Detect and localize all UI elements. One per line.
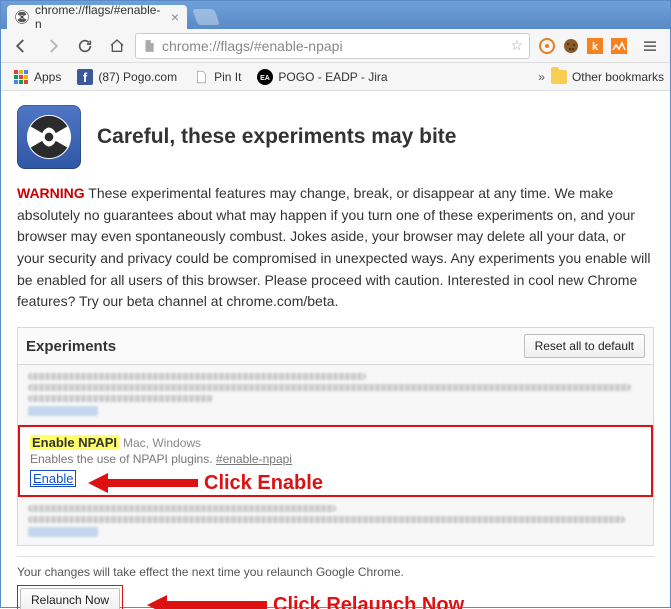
reset-all-button[interactable]: Reset all to default xyxy=(524,334,645,358)
warning-text: These experimental features may change, … xyxy=(17,185,650,309)
experiment-item-blurred xyxy=(18,365,653,425)
page-icon xyxy=(193,69,209,85)
arrow-left-icon xyxy=(88,471,198,495)
enable-link[interactable]: Enable xyxy=(30,470,76,487)
other-bookmarks[interactable]: Other bookmarks xyxy=(551,70,664,84)
new-tab-button[interactable] xyxy=(192,9,220,25)
svg-text:f: f xyxy=(83,70,88,85)
bookmark-star-icon[interactable]: ☆ xyxy=(510,37,523,54)
bookmark-label: (87) Pogo.com xyxy=(98,70,177,84)
home-button[interactable] xyxy=(103,32,131,60)
apps-icon xyxy=(13,69,29,85)
apps-label: Apps xyxy=(34,70,61,84)
warning-paragraph: WARNING These experimental features may … xyxy=(17,183,654,313)
arrow-left-icon xyxy=(147,593,267,609)
ea-icon: EA xyxy=(257,69,273,85)
url-text: chrome://flags/#enable-npapi xyxy=(162,38,506,54)
relaunch-footer: Your changes will take effect the next t… xyxy=(17,556,654,609)
bookmark-label: Pin It xyxy=(214,70,241,84)
ext-icon-3[interactable]: k xyxy=(586,37,604,55)
ext-icon-4[interactable] xyxy=(610,37,628,55)
forward-button[interactable] xyxy=(39,32,67,60)
experiment-item-blurred xyxy=(18,497,653,545)
folder-icon xyxy=(551,70,567,84)
address-bar[interactable]: chrome://flags/#enable-npapi ☆ xyxy=(135,33,530,59)
bookmark-overflow-button[interactable]: » xyxy=(532,70,551,84)
annotation-enable-text: Click Enable xyxy=(204,472,323,495)
bookmark-item-0[interactable]: f (87) Pogo.com xyxy=(71,66,183,88)
experiment-enable-npapi: Enable NPAPI Mac, Windows Enables the use… xyxy=(18,425,653,497)
relaunch-button[interactable]: Relaunch Now xyxy=(20,588,120,609)
page-icon xyxy=(142,39,156,53)
tab-strip: chrome://flags/#enable-n × xyxy=(1,1,670,29)
flag-anchor: #enable-npapi xyxy=(216,452,292,466)
annotation-click-enable: Click Enable xyxy=(88,471,323,495)
ext-icon-2[interactable] xyxy=(562,37,580,55)
annotation-click-relaunch: Click Relaunch Now xyxy=(147,593,464,609)
chrome-menu-button[interactable] xyxy=(636,32,664,60)
browser-tab[interactable]: chrome://flags/#enable-n × xyxy=(7,5,187,29)
bookmark-label: POGO - EADP - Jira xyxy=(278,70,387,84)
tab-title: chrome://flags/#enable-n xyxy=(35,3,161,31)
bookmark-item-1[interactable]: Pin It xyxy=(187,66,247,88)
other-bookmarks-label: Other bookmarks xyxy=(572,70,664,84)
hazard-favicon-icon xyxy=(15,10,29,24)
page-title: Careful, these experiments may bite xyxy=(97,125,456,149)
flag-name: Enable NPAPI xyxy=(30,435,119,450)
page-content: Careful, these experiments may bite WARN… xyxy=(1,91,670,609)
reload-button[interactable] xyxy=(71,32,99,60)
tab-close-icon[interactable]: × xyxy=(171,10,179,24)
bookmark-bar: Apps f (87) Pogo.com Pin It EA POGO - EA… xyxy=(1,63,670,91)
extension-icons: k xyxy=(534,37,632,55)
ext-icon-1[interactable] xyxy=(538,37,556,55)
annotation-relaunch-text: Click Relaunch Now xyxy=(273,594,464,609)
svg-text:k: k xyxy=(592,41,599,53)
warning-label: WARNING xyxy=(17,185,85,201)
back-button[interactable] xyxy=(7,32,35,60)
svg-text:EA: EA xyxy=(261,75,271,82)
toolbar: chrome://flags/#enable-npapi ☆ k xyxy=(1,29,670,63)
experiments-heading: Experiments xyxy=(26,338,116,355)
flag-description: Enables the use of NPAPI plugins. xyxy=(30,452,216,466)
experiments-list: Enable NPAPI Mac, Windows Enables the use… xyxy=(17,365,654,546)
bookmark-item-2[interactable]: EA POGO - EADP - Jira xyxy=(251,66,393,88)
relaunch-message: Your changes will take effect the next t… xyxy=(17,565,654,579)
experiments-header: Experiments Reset all to default xyxy=(17,327,654,365)
hazard-hero-icon xyxy=(17,105,81,169)
facebook-icon: f xyxy=(77,69,93,85)
apps-shortcut[interactable]: Apps xyxy=(7,66,67,88)
flag-platforms: Mac, Windows xyxy=(123,436,201,450)
